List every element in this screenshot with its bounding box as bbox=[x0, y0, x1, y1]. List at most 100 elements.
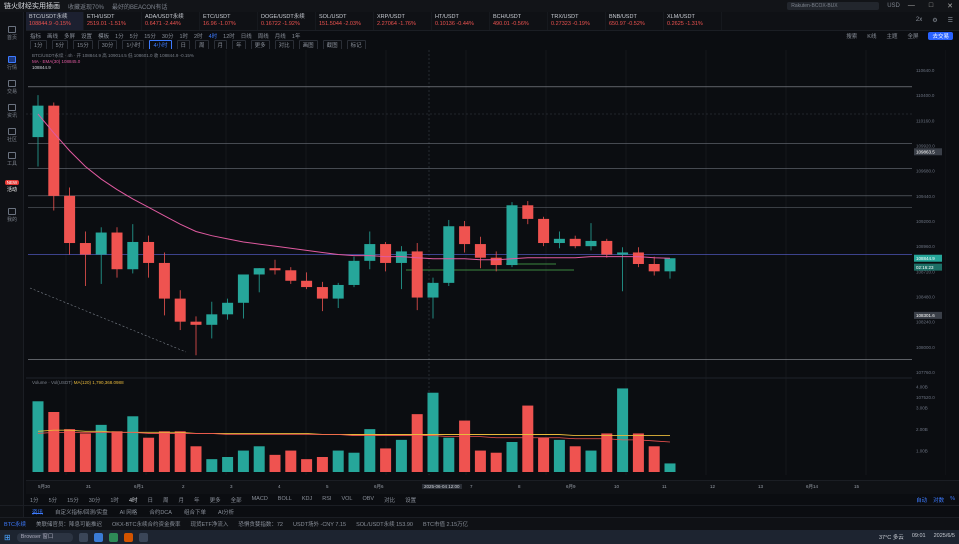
ticker-item[interactable]: TRX/USDT 0.27323 -0.19% bbox=[548, 12, 606, 30]
volume-bar[interactable] bbox=[79, 433, 91, 472]
clock-time[interactable]: 09:01 bbox=[912, 533, 926, 541]
candle-body[interactable] bbox=[269, 268, 281, 271]
toolbar-right-item[interactable]: 搜索 bbox=[846, 32, 857, 40]
maximize-icon[interactable]: □ bbox=[929, 2, 933, 10]
candle-body[interactable] bbox=[601, 240, 613, 255]
panel-tab[interactable]: 资讯 bbox=[32, 508, 44, 516]
volume-bar[interactable] bbox=[632, 433, 644, 472]
candle-body[interactable] bbox=[143, 241, 155, 263]
candle-body[interactable] bbox=[79, 243, 91, 255]
ticker-item[interactable]: XLM/USDT 0.2625 -1.31% bbox=[664, 12, 722, 30]
news-item[interactable]: 现货ETF净流入 bbox=[190, 520, 228, 528]
interval-button[interactable]: 更多 bbox=[250, 40, 270, 49]
candle-body[interactable] bbox=[506, 205, 518, 266]
news-item[interactable]: BTC市值 2.15万亿 bbox=[423, 520, 468, 528]
nav-link-beacon[interactable]: 最好的BEACON有话 bbox=[112, 2, 167, 11]
ticker-item[interactable]: SOL/USDT 151.5044 -2.03% bbox=[316, 12, 374, 30]
news-item[interactable]: 恐惧贪婪指数：72 bbox=[238, 520, 283, 528]
panel-tab[interactable]: 合约DCA bbox=[149, 508, 172, 516]
sidebar-item-community[interactable]: 社区 bbox=[2, 128, 22, 143]
toolbar-item[interactable]: 画线 bbox=[47, 32, 58, 40]
volume-bar[interactable] bbox=[538, 437, 550, 472]
candle-body[interactable] bbox=[569, 238, 581, 247]
bottom-tab[interactable]: 月 bbox=[179, 496, 185, 504]
toolbar-right-item[interactable]: 主题 bbox=[886, 32, 897, 40]
candle-body[interactable] bbox=[316, 287, 328, 299]
volume-bar[interactable] bbox=[206, 459, 218, 472]
toolbar-item[interactable]: 模板 bbox=[98, 32, 109, 40]
scale-option[interactable]: 自动 bbox=[916, 496, 927, 504]
volume-bar[interactable] bbox=[301, 459, 313, 472]
volume-bar[interactable] bbox=[648, 446, 660, 472]
interval-button[interactable]: 对比 bbox=[274, 40, 294, 49]
ticker-item[interactable]: DOGE/USDT永续 0.16722 -1.92% bbox=[258, 12, 316, 30]
toolbar-item[interactable]: 1分 bbox=[115, 32, 124, 40]
toolbar-item[interactable]: 2时 bbox=[194, 32, 203, 40]
toolbar-item[interactable]: 日线 bbox=[241, 32, 252, 40]
volume-bar[interactable] bbox=[237, 450, 249, 472]
bottom-tab[interactable]: 5分 bbox=[49, 496, 58, 504]
candle-body[interactable] bbox=[285, 270, 297, 281]
bottom-tab[interactable]: 30分 bbox=[89, 496, 101, 504]
volume-bar[interactable] bbox=[553, 439, 565, 472]
volume-bar[interactable] bbox=[64, 429, 76, 472]
toolbar-item[interactable]: 月线 bbox=[275, 32, 286, 40]
volume-bar[interactable] bbox=[522, 405, 534, 472]
currency-select[interactable]: USD bbox=[887, 3, 900, 9]
candle-body[interactable] bbox=[348, 260, 360, 285]
candle-body[interactable] bbox=[301, 280, 313, 288]
candle-body[interactable] bbox=[459, 226, 471, 245]
candle-body[interactable] bbox=[648, 263, 660, 272]
interval-button[interactable]: 画图 bbox=[298, 40, 318, 49]
bottom-tab[interactable]: 设置 bbox=[405, 496, 416, 504]
volume-bar[interactable] bbox=[316, 457, 328, 472]
ticker-item[interactable]: ADA/USDT永续 0.6471 -2.44% bbox=[142, 12, 200, 30]
candle-body[interactable] bbox=[332, 284, 344, 299]
sidebar-item-news[interactable]: 资讯 bbox=[2, 104, 22, 119]
volume-bar[interactable] bbox=[285, 450, 297, 472]
volume-bar[interactable] bbox=[348, 452, 360, 472]
bottom-tab[interactable]: 更多 bbox=[210, 496, 221, 504]
sidebar-item-market[interactable]: 行情 bbox=[2, 56, 22, 71]
toolbar-item[interactable]: 30分 bbox=[162, 32, 174, 40]
candle-body[interactable] bbox=[380, 244, 392, 263]
candle-body[interactable] bbox=[443, 226, 455, 283]
candle-body[interactable] bbox=[206, 314, 218, 325]
sidebar-item-trade[interactable]: 交易 bbox=[2, 80, 22, 95]
candle-body[interactable] bbox=[617, 252, 629, 255]
candle-body[interactable] bbox=[364, 244, 376, 261]
app-icon-trading[interactable] bbox=[123, 532, 133, 542]
toolbar-item[interactable]: 1年 bbox=[292, 32, 301, 40]
bottom-tab[interactable]: KDJ bbox=[302, 496, 312, 503]
scale-option[interactable]: % bbox=[950, 496, 955, 503]
volume-bar[interactable] bbox=[427, 392, 439, 472]
candle-body[interactable] bbox=[158, 262, 170, 299]
candle-body[interactable] bbox=[95, 232, 107, 255]
candle-body[interactable] bbox=[664, 258, 676, 272]
windows-start-icon[interactable]: ⊞ bbox=[4, 533, 11, 542]
news-item[interactable]: USDT场外 -CNY 7.15 bbox=[293, 520, 346, 528]
toolbar-item[interactable]: 多屏 bbox=[64, 32, 75, 40]
volume-bar[interactable] bbox=[111, 431, 123, 472]
panel-tab[interactable]: AI分析 bbox=[218, 508, 234, 516]
news-item[interactable]: OKX-BTC永续合约资金费率 bbox=[112, 520, 180, 528]
app-icon-chat[interactable] bbox=[108, 532, 118, 542]
volume-bar[interactable] bbox=[585, 450, 597, 472]
interval-button[interactable]: 1小时 bbox=[122, 40, 145, 49]
minimize-icon[interactable]: — bbox=[908, 2, 915, 10]
candle-body[interactable] bbox=[522, 205, 534, 219]
bottom-tab[interactable]: MACD bbox=[252, 496, 268, 503]
interval-button[interactable]: 年 bbox=[232, 40, 246, 49]
volume-bar[interactable] bbox=[569, 446, 581, 472]
chart-area[interactable]: 110640.0 110400.0 110160.0 109920.0 109680.0… bbox=[26, 50, 946, 480]
candle-body[interactable] bbox=[127, 241, 139, 270]
close-icon[interactable]: ✕ bbox=[947, 2, 953, 10]
volume-bar[interactable] bbox=[269, 454, 281, 472]
bottom-tab[interactable]: 周 bbox=[163, 496, 169, 504]
volume-bar[interactable] bbox=[190, 446, 202, 472]
ticker-item[interactable]: ETH/USDT 2519.01 -1.51% bbox=[84, 12, 142, 30]
bottom-tab[interactable]: VOL bbox=[341, 496, 352, 503]
bottom-tab[interactable]: 对比 bbox=[384, 496, 395, 504]
news-item[interactable]: SOL/USDT永续 153.90 bbox=[356, 520, 413, 528]
candle-body[interactable] bbox=[632, 252, 644, 264]
